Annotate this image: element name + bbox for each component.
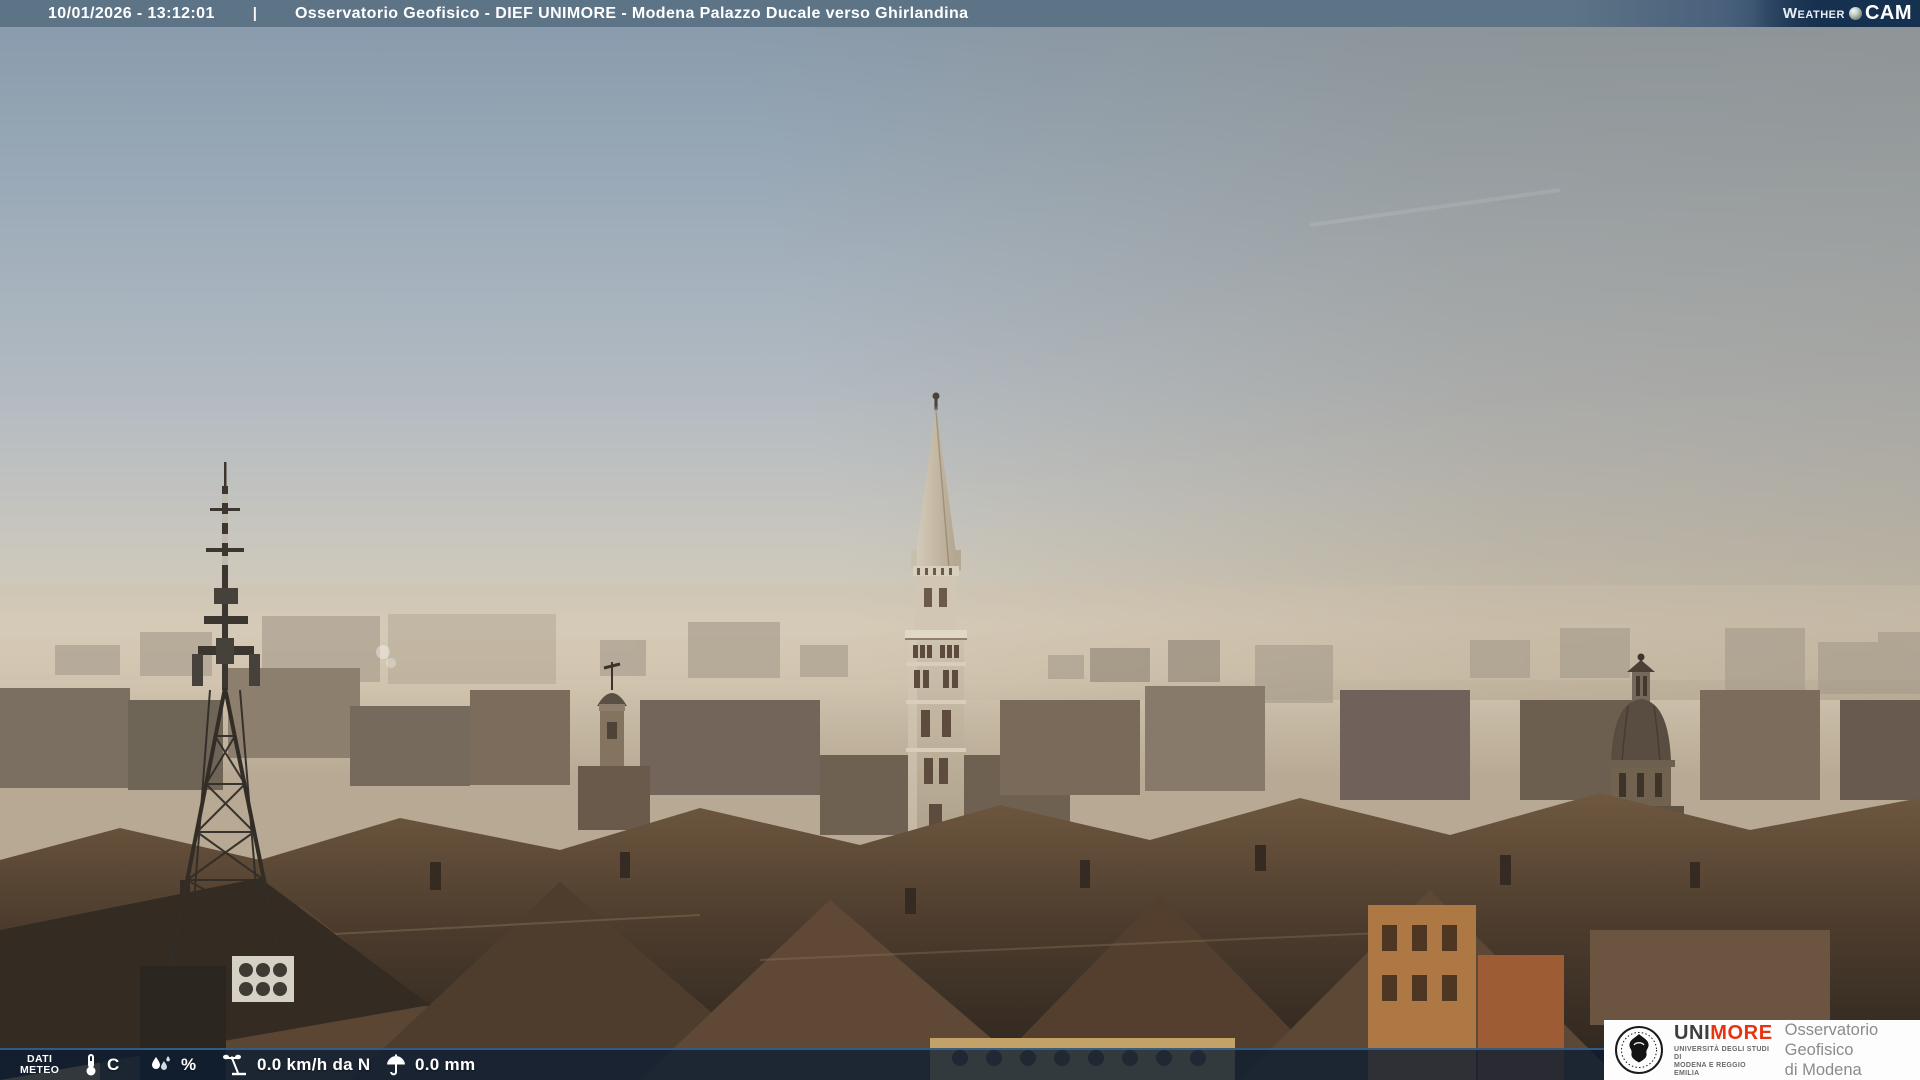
top-info-bar: 10/01/2026 - 13:12:01 | Osservatorio Geo…: [0, 0, 1920, 27]
webcam-viewer: 10/01/2026 - 13:12:01 | Osservatorio Geo…: [0, 0, 1920, 1080]
timestamp: 10/01/2026 - 13:12:01: [48, 4, 215, 22]
dati-label-line2: METEO: [20, 1064, 60, 1076]
weathercam-logo: Weather CAM: [1752, 0, 1920, 27]
globe-sphere-icon: [1848, 7, 1862, 20]
tagline-line2: MODENA E REGGIO EMILIA: [1674, 1061, 1746, 1077]
umbrella-icon: [387, 1053, 405, 1077]
weathercam-word-weather: Weather: [1782, 5, 1845, 22]
temperature-item: C: [82, 1050, 120, 1080]
ghirlandina-tower: [905, 392, 967, 880]
wind-item: 0.0 km/h da N: [222, 1050, 371, 1080]
thermometer-icon: [86, 1053, 96, 1076]
city-scene: [0, 188, 1920, 1080]
rain-value: 0.0 mm: [415, 1055, 476, 1074]
wordmark-more: MORE: [1710, 1021, 1773, 1044]
anemometer-icon: [223, 1054, 250, 1077]
rain-item: 0.0 mm: [384, 1050, 475, 1080]
tagline-line1: UNIVERSITÀ DEGLI STUDI DI: [1674, 1045, 1770, 1061]
temperature-unit: C: [107, 1055, 120, 1074]
dati-meteo-label: DATI METEO: [20, 1050, 59, 1080]
separator: |: [252, 5, 257, 22]
observatory-name-line2: di Modena: [1784, 1061, 1862, 1079]
observatory-name-line1: Osservatorio Geofisico: [1784, 1021, 1879, 1059]
unimore-seal-icon: [1615, 1026, 1663, 1074]
wordmark-uni: UNI: [1674, 1021, 1711, 1044]
unimore-logo-box: UNIMORE UNIVERSITÀ DEGLI STUDI DI MODENA…: [1604, 1020, 1920, 1080]
water-drops-icon: [152, 1056, 170, 1070]
wind-value: 0.0 km/h da N: [257, 1055, 371, 1074]
observatory-name: Osservatorio Geofisico di Modena: [1785, 1020, 1920, 1080]
humidity-item: %: [148, 1050, 196, 1080]
bell-tower: [578, 662, 650, 830]
weathercam-word-cam: CAM: [1864, 2, 1912, 24]
contrail: [1309, 188, 1561, 227]
page-title: Osservatorio Geofisico - DIEF UNIMORE - …: [294, 4, 969, 22]
unimore-wordmark: UNIMORE: [1674, 1023, 1773, 1043]
unimore-tagline: UNIVERSITÀ DEGLI STUDI DI MODENA E REGGI…: [1674, 1046, 1773, 1078]
humidity-unit: %: [181, 1055, 197, 1074]
unimore-wordmark-block: UNIMORE UNIVERSITÀ DEGLI STUDI DI MODENA…: [1674, 1023, 1773, 1078]
